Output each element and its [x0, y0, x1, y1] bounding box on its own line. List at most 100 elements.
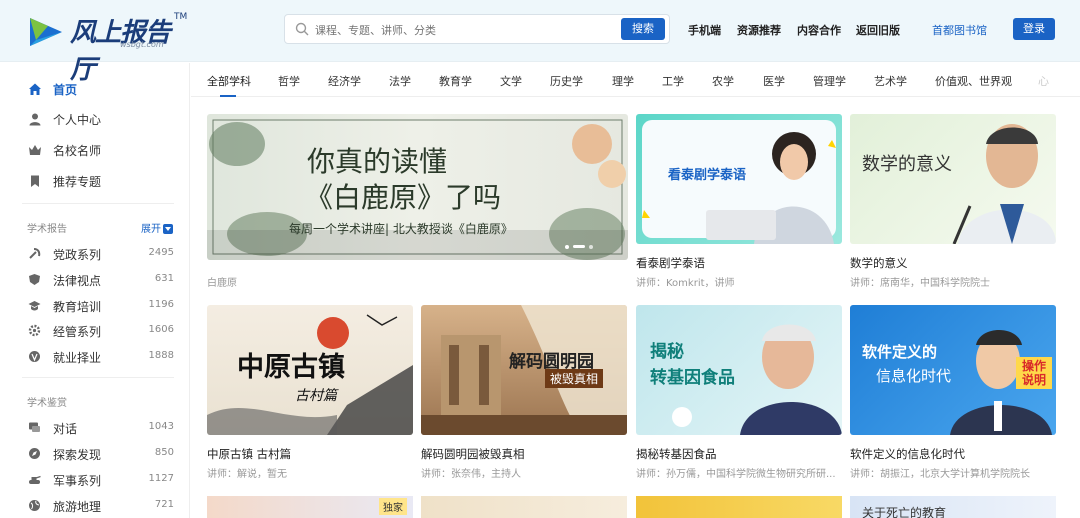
course-card[interactable]: 揭秘 转基因食品 揭秘转基因食品 讲师：孙万儒，中国科学院微生物研究所研...: [636, 305, 842, 481]
partial-title: 关于死亡的教育: [862, 506, 947, 518]
card-title: 软件定义的信息化时代: [850, 447, 965, 461]
thumb-title: 软件定义的: [862, 343, 938, 361]
library-link[interactable]: 首都图书馆: [932, 22, 987, 38]
thumb-subtitle: 被毁真相: [545, 369, 604, 388]
sidebar-item-management[interactable]: 经管系列 1606: [28, 322, 174, 340]
card-thumbnail: 中原古镇 古村篇: [207, 305, 413, 435]
nav-mobile[interactable]: 手机端: [688, 22, 721, 38]
compass-icon: [29, 448, 40, 459]
tab-medicine[interactable]: 医学: [763, 73, 785, 89]
card-title: 数学的意义: [850, 256, 908, 270]
course-card-partial[interactable]: [636, 496, 842, 518]
login-button[interactable]: 登录: [1013, 18, 1055, 40]
sidebar-item-law[interactable]: 法律视点 631: [28, 271, 174, 289]
logo-mark-icon: [30, 18, 62, 46]
tab-economics[interactable]: 经济学: [328, 73, 361, 89]
course-card-partial[interactable]: [421, 496, 627, 518]
item-count: 2495: [148, 247, 174, 258]
nav-cooperation[interactable]: 内容合作: [797, 22, 841, 38]
course-card[interactable]: 数学的意义 数学的意义 讲师：席南华，中国科学院院士: [850, 114, 1056, 290]
chat-icon: [29, 422, 40, 432]
tab-values[interactable]: 价值观、世界观: [935, 73, 1012, 89]
sidebar-item-dialogue[interactable]: 对话 1043: [28, 419, 174, 437]
tab-education[interactable]: 教育学: [439, 73, 472, 89]
thumb-subtitle: 信息化时代: [876, 367, 952, 385]
card-meta: 讲师：解说，暂无: [207, 469, 287, 480]
sidebar-item-label: 就业择业: [53, 351, 102, 365]
home-icon: [29, 83, 41, 95]
nav-resources[interactable]: 资源推荐: [737, 22, 781, 38]
tab-law[interactable]: 法学: [389, 73, 411, 89]
sidebar-item-travel[interactable]: 旅游地理 721: [28, 497, 174, 515]
logo-domain: wsbgt.com: [120, 40, 164, 49]
tab-management[interactable]: 管理学: [813, 73, 846, 89]
card-meta: 讲师：Komkrit，讲师: [636, 278, 735, 289]
tab-science[interactable]: 理学: [612, 73, 634, 89]
sidebar-item-label: 名校名师: [53, 144, 102, 158]
card-meta: 讲师：胡振江，北京大学计算机学院院长: [850, 469, 1030, 480]
card-title: 中原古镇 古村篇: [207, 447, 292, 461]
sidebar-item-education[interactable]: 教育培训 1196: [28, 297, 174, 315]
search-input[interactable]: [315, 19, 615, 41]
thumb-title: 看泰剧学泰语: [668, 168, 747, 183]
subject-tabs: 全部学科 哲学 经济学 法学 教育学 文学 历史学 理学 工学 农学 医学 管理…: [191, 63, 1080, 97]
banner-image: 你真的读懂 《白鹿原》了吗 每周一个学术讲座| 北大教授谈《白鹿原》: [207, 114, 628, 260]
expand-label: 展开: [141, 224, 161, 235]
user-icon: [29, 113, 41, 126]
sidebar-item-party[interactable]: 党政系列 2495: [28, 245, 174, 263]
tab-art[interactable]: 艺术学: [874, 73, 907, 89]
sidebar-item-career[interactable]: 就业择业 1888: [28, 348, 174, 366]
banner-caption: 白鹿原: [207, 278, 237, 289]
tab-philosophy[interactable]: 哲学: [278, 73, 300, 89]
tab-engineering[interactable]: 工学: [662, 73, 684, 89]
item-count: 1196: [148, 299, 174, 310]
card-thumbnail: 数学的意义: [850, 114, 1056, 244]
course-card[interactable]: 解码圆明园 被毁真相 解码圆明园被毁真相 讲师：张奈伟，主持人: [421, 305, 627, 481]
hammer-sickle-icon: [29, 248, 41, 259]
thumb-title: 中原古镇: [237, 352, 345, 383]
graduation-cap-icon: [28, 301, 41, 311]
item-count: 1127: [148, 473, 174, 484]
thumb-subtitle: 古村篇: [295, 388, 337, 404]
sidebar-item-label: 经管系列: [53, 325, 102, 339]
exclusive-badge: 独家: [379, 498, 407, 515]
tab-overflow[interactable]: 心: [1038, 73, 1049, 89]
item-count: 631: [154, 273, 174, 284]
expand-button[interactable]: 展开: [141, 220, 173, 235]
site-logo[interactable]: 风上报告厅 TM wsbgt.com: [26, 10, 187, 85]
course-card[interactable]: 软件定义的 信息化时代 操作说明 软件定义的信息化时代 讲师：胡振江，北京大学计…: [850, 305, 1056, 481]
globe-icon: [29, 500, 40, 511]
course-card-partial[interactable]: 关于死亡的教育: [850, 496, 1056, 518]
sidebar-item-military[interactable]: 军事系列 1127: [28, 471, 174, 489]
sidebar-item-discovery[interactable]: 探索发现 850: [28, 445, 174, 463]
banner-line1: 你真的读懂: [307, 145, 448, 178]
sidebar-divider: [22, 377, 174, 378]
sidebar: 首页 个人中心 名校名师 推荐专题 学术报告 展开 党政系列 2495 法律视点…: [0, 63, 190, 518]
bookmark-icon: [31, 175, 39, 187]
card-thumbnail: 软件定义的 信息化时代 操作说明: [850, 305, 1056, 435]
item-count: 1606: [148, 324, 174, 335]
sidebar-item-label: 个人中心: [53, 113, 102, 127]
course-card[interactable]: 看泰剧学泰语 看泰剧学泰语 讲师：Komkrit，讲师: [636, 114, 842, 290]
sidebar-item-label: 推荐专题: [53, 175, 102, 189]
card-meta: 讲师：孙万儒，中国科学院微生物研究所研...: [636, 469, 836, 480]
course-card[interactable]: 中原古镇 古村篇 中原古镇 古村篇 讲师：解说，暂无: [207, 305, 413, 481]
crown-icon: [29, 145, 41, 155]
card-title: 揭秘转基因食品: [636, 447, 717, 461]
course-card-partial[interactable]: 独家: [207, 496, 413, 518]
tab-literature[interactable]: 文学: [500, 73, 522, 89]
chevron-down-icon: [163, 224, 173, 234]
guide-badge: 操作说明: [1016, 357, 1052, 389]
tab-history[interactable]: 历史学: [550, 73, 583, 89]
sidebar-item-label: 党政系列: [53, 248, 102, 262]
search-box: 搜索: [284, 14, 670, 44]
tab-all[interactable]: 全部学科: [207, 73, 251, 89]
search-button[interactable]: 搜索: [621, 18, 665, 40]
featured-banner[interactable]: 你真的读懂 《白鹿原》了吗 每周一个学术讲座| 北大教授谈《白鹿原》 白鹿原: [207, 114, 628, 290]
sidebar-divider: [22, 203, 174, 204]
tab-agriculture[interactable]: 农学: [712, 73, 734, 89]
card-meta: 讲师：张奈伟，主持人: [421, 469, 521, 480]
active-tab-indicator: [220, 95, 236, 97]
sidebar-item-label: 探索发现: [53, 448, 102, 462]
nav-old-version[interactable]: 返回旧版: [856, 22, 900, 38]
